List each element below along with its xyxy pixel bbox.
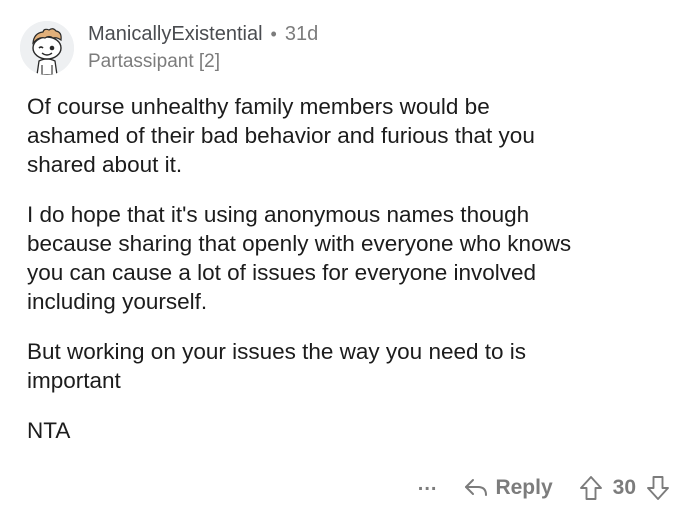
meta-top-row: ManicallyExistential • 31d: [88, 21, 318, 47]
user-flair: Partassipant [2]: [88, 51, 221, 72]
comment-actions: ... Reply 30: [418, 472, 670, 504]
reply-label: Reply: [495, 476, 553, 499]
upvote-arrow-icon: [579, 476, 602, 500]
reply-button[interactable]: Reply: [463, 476, 553, 500]
vote-controls: 30: [579, 475, 670, 501]
comment-paragraph: I do hope that it's using anonymous name…: [27, 202, 572, 314]
comment-body: Of course unhealthy family members would…: [27, 92, 677, 466]
more-options-icon[interactable]: ...: [418, 474, 438, 494]
meta-separator: •: [270, 24, 277, 44]
downvote-button[interactable]: [646, 475, 670, 501]
comment-paragraph: NTA: [27, 418, 71, 443]
vote-score: 30: [612, 476, 636, 499]
snoo-avatar-icon: [20, 21, 74, 75]
comment-header: ManicallyExistential • 31d Partassipant …: [20, 16, 318, 80]
comment-meta: ManicallyExistential • 31d Partassipant …: [88, 21, 318, 75]
avatar[interactable]: [20, 21, 74, 75]
downvote-arrow-icon: [647, 476, 669, 500]
upvote-button[interactable]: [579, 475, 603, 501]
comment-card: ManicallyExistential • 31d Partassipant …: [0, 0, 700, 516]
comment-age: 31d: [284, 23, 319, 45]
reply-arrow-icon: [465, 479, 488, 496]
comment-paragraph: But working on your issues the way you n…: [27, 339, 527, 393]
username[interactable]: ManicallyExistential: [88, 21, 263, 47]
comment-paragraph: Of course unhealthy family members would…: [27, 94, 535, 177]
